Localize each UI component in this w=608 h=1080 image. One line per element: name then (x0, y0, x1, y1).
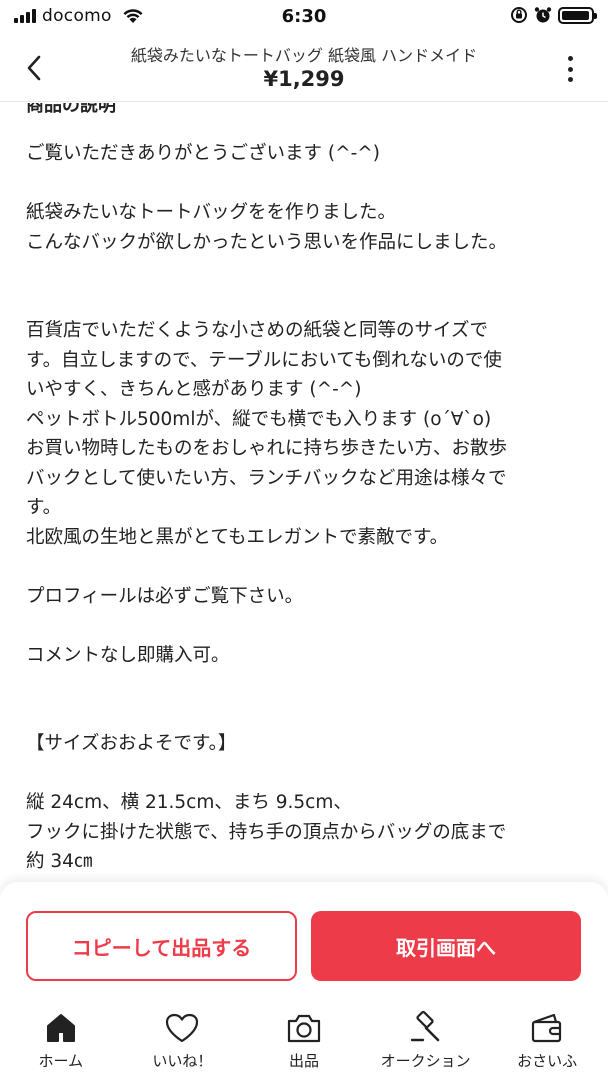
tab-wallet[interactable]: おさいふ (486, 1008, 608, 1080)
tab-auction-label: オークション (380, 1052, 471, 1070)
go-to-trade-button[interactable]: 取引画面へ (311, 911, 581, 981)
alarm-icon (534, 7, 552, 23)
item-price: ¥1,299 (263, 67, 345, 91)
tab-sell-label: 出品 (288, 1052, 319, 1070)
tab-wallet-label: おさいふ (517, 1052, 578, 1070)
tab-sell[interactable]: 出品 (243, 1008, 365, 1080)
status-right (510, 6, 597, 24)
item-header: 紙袋みたいなトートバッグ 紙袋風 ハンドメイド ¥1,299 (0, 34, 608, 102)
item-description-text: ご覧いただきありがとうございます (^-^) 紙袋みたいなトートバッグをを作りま… (26, 143, 508, 872)
more-vertical-icon (567, 56, 573, 61)
battery-icon (558, 6, 597, 24)
battery-level (562, 10, 589, 20)
tab-bar: ホーム いいね！ 出品 オークション おさいふ (0, 1008, 608, 1080)
back-button[interactable] (16, 48, 52, 88)
tab-auction[interactable]: オークション (365, 1008, 487, 1080)
status-bar: docomo 6:30 (0, 0, 608, 34)
item-description-section: 商品の説明 ご覧いただきありがとうございます (^-^) 紙袋みたいなトートバッ… (0, 103, 608, 893)
tab-home[interactable]: ホーム (0, 1008, 122, 1080)
tab-home-label: ホーム (38, 1052, 84, 1070)
tab-likes-label: いいね！ (152, 1052, 213, 1070)
gavel-icon (410, 1010, 439, 1042)
camera-icon (287, 1014, 321, 1043)
copy-listing-button[interactable]: コピーして出品する (26, 911, 297, 981)
description-heading: 商品の説明 (26, 103, 116, 116)
home-icon (46, 1014, 75, 1042)
tab-likes[interactable]: いいね！ (122, 1008, 244, 1080)
heart-icon (166, 1013, 199, 1043)
back-chevron-icon (27, 55, 41, 81)
wallet-icon (532, 1013, 562, 1043)
rotation-lock-icon (511, 7, 527, 23)
more-options-button[interactable] (558, 54, 582, 84)
item-title: 紙袋みたいなトートバッグ 紙袋風 ハンドメイド (130, 46, 478, 65)
